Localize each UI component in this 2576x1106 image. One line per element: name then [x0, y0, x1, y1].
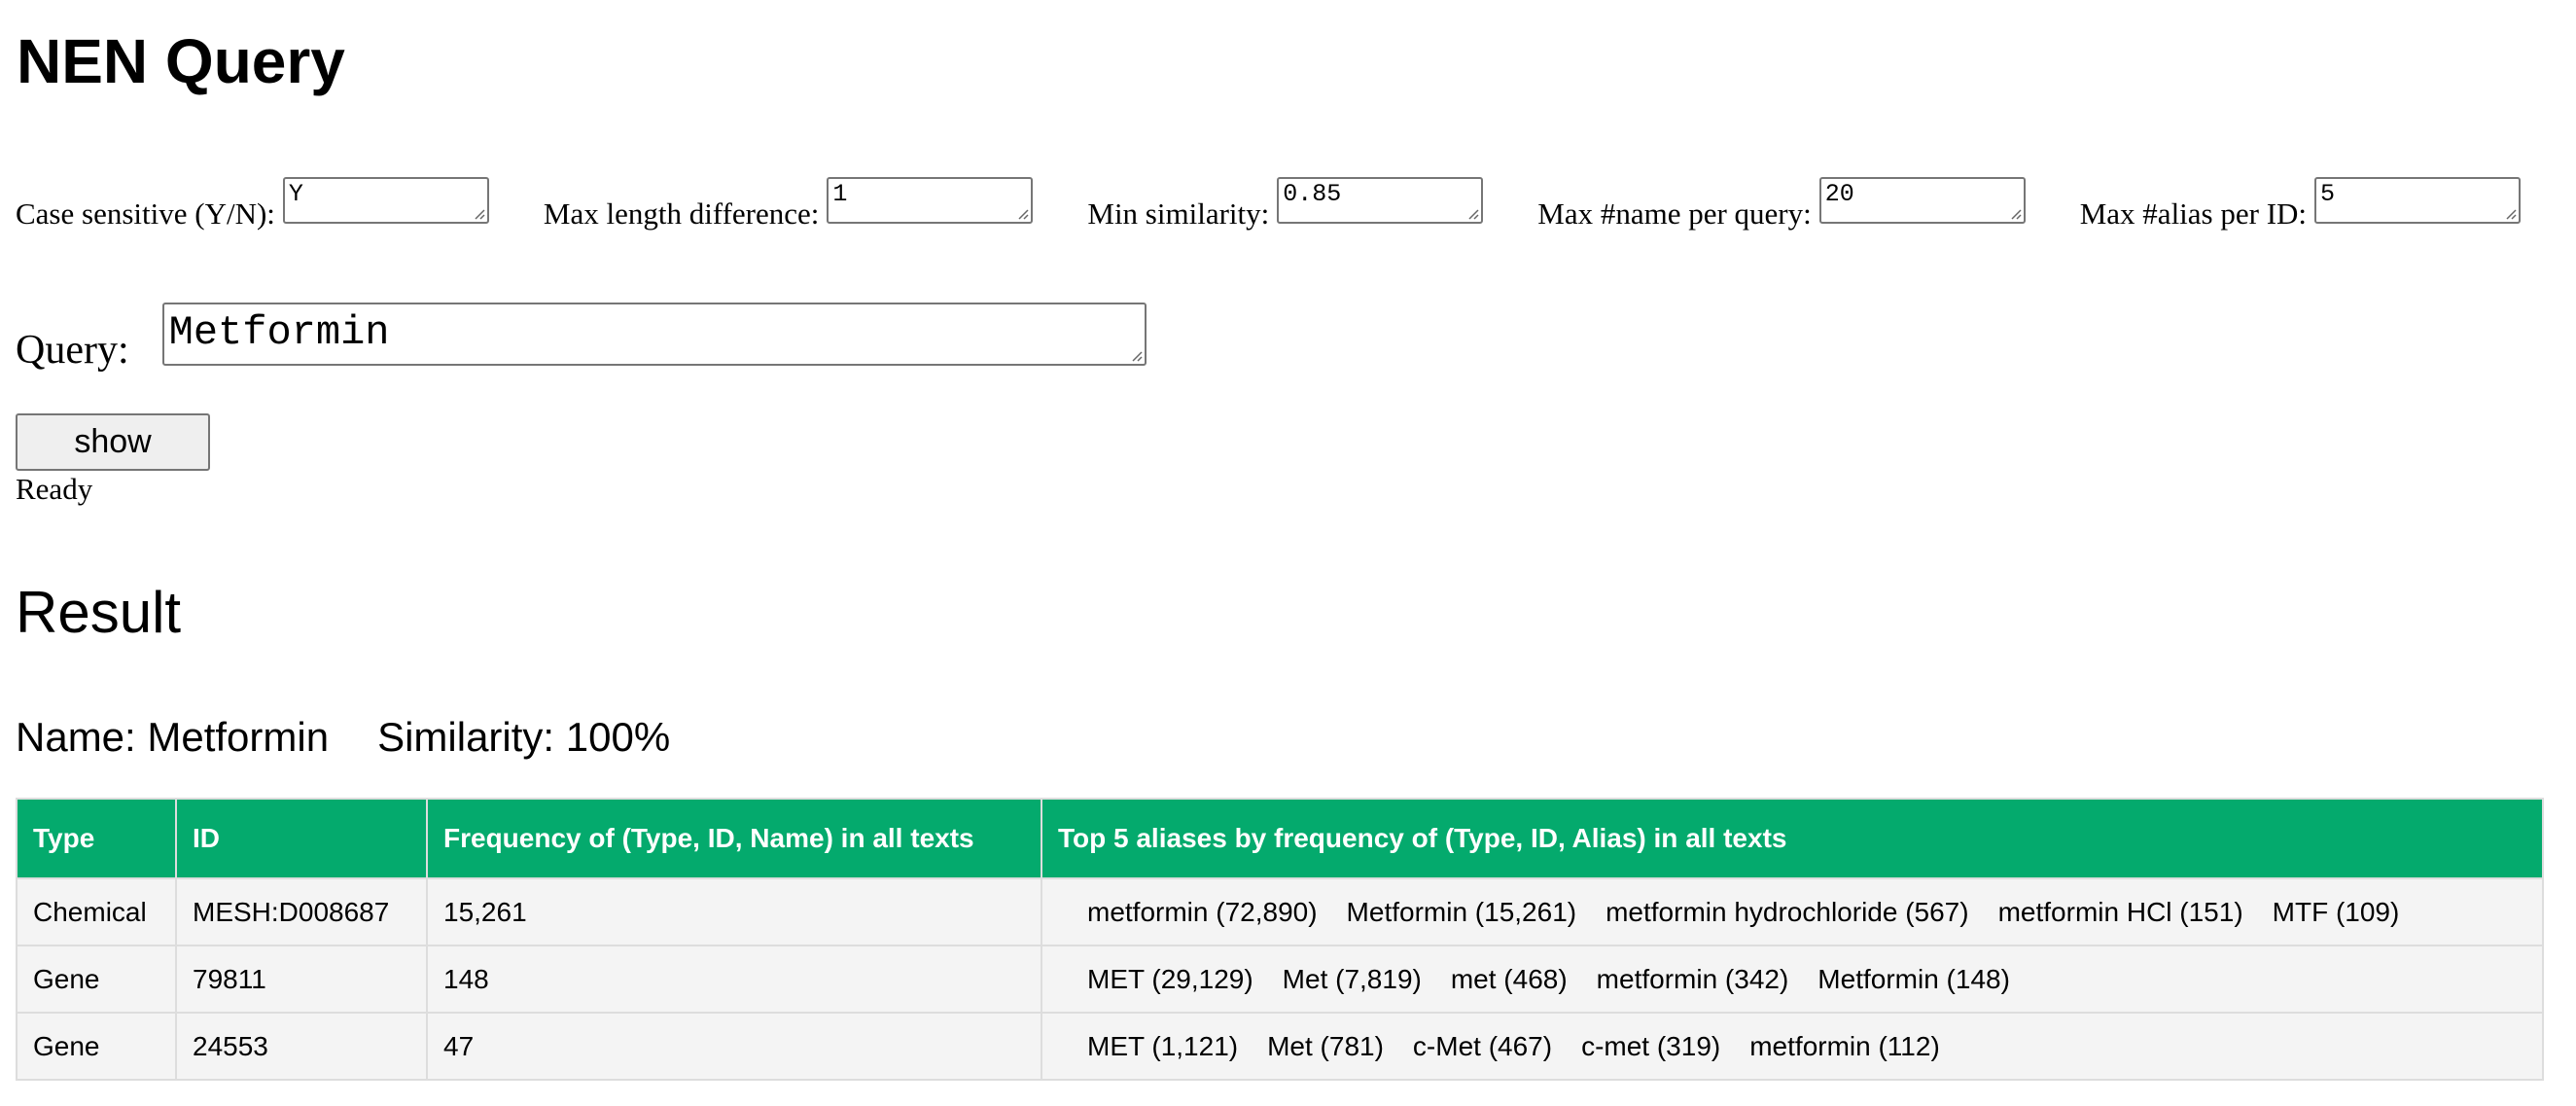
alias-item: MTF (109)	[2272, 896, 2400, 927]
page-title: NEN Query	[17, 26, 345, 96]
alias-item: metformin (72,890)	[1087, 896, 1318, 927]
resize-grip-icon[interactable]	[472, 206, 485, 220]
resize-grip-icon[interactable]	[1465, 206, 1479, 220]
max-name-per-query-value: 20	[1824, 180, 1854, 208]
query-row: Query: Metformin	[16, 303, 1147, 375]
param-max-name-per-query: Max #name per query: 20	[1537, 177, 2026, 233]
query-input[interactable]: Metformin	[161, 303, 1147, 366]
column-header-aliases: Top 5 aliases by frequency of (Type, ID,…	[1041, 798, 2544, 879]
param-max-length-difference: Max length difference: 1	[543, 177, 1034, 233]
alias-item: MET (29,129)	[1087, 963, 1253, 994]
resize-grip-icon[interactable]	[2503, 206, 2517, 220]
table-row: Gene 24553 47 MET (1,121) Met (781) c-Met …	[16, 1012, 2544, 1081]
max-alias-per-id-label: Max #alias per ID:	[2079, 196, 2308, 231]
show-button[interactable]: show	[16, 413, 210, 471]
column-header-id: ID	[175, 798, 428, 879]
cell-id: 24553	[175, 1012, 428, 1081]
max-name-per-query-label: Max #name per query:	[1537, 196, 1812, 231]
table-row: Gene 79811 148 MET (29,129) Met (7,819) me…	[16, 945, 2544, 1014]
alias-item: MET (1,121)	[1087, 1030, 1239, 1061]
max-length-difference-value: 1	[832, 180, 848, 208]
max-length-difference-label: Max length difference:	[543, 196, 820, 231]
cell-aliases: MET (1,121) Met (781) c-Met (467) c-met (31…	[1041, 1012, 2544, 1081]
param-min-similarity: Min similarity: 0.85	[1087, 177, 1484, 233]
result-similarity: Similarity: 100%	[377, 714, 671, 760]
query-value: Metformin	[168, 309, 390, 356]
param-max-alias-per-id: Max #alias per ID: 5	[2079, 177, 2522, 233]
cell-aliases: metformin (72,890) Metformin (15,261) metf…	[1041, 877, 2544, 946]
result-heading: Result	[16, 580, 182, 645]
case-sensitive-input[interactable]: Y	[282, 177, 489, 224]
max-alias-per-id-input[interactable]: 5	[2314, 177, 2522, 224]
column-header-type: Type	[16, 798, 177, 879]
query-label: Query:	[16, 328, 129, 373]
min-similarity-value: 0.85	[1283, 180, 1342, 208]
case-sensitive-label: Case sensitive (Y/N):	[16, 196, 275, 231]
resize-grip-icon[interactable]	[2008, 206, 2022, 220]
results-table: Type ID Frequency of (Type, ID, Name) in…	[16, 798, 2544, 1081]
alias-item: metformin (112)	[1749, 1030, 1940, 1061]
max-length-difference-input[interactable]: 1	[827, 177, 1034, 224]
resize-grip-icon[interactable]	[1129, 348, 1143, 362]
alias-item: Metformin (148)	[1817, 963, 2010, 994]
alias-item: metformin (342)	[1596, 963, 1789, 994]
cell-frequency: 47	[426, 1012, 1042, 1081]
result-summary: Name: Metformin Similarity: 100%	[16, 710, 670, 765]
alias-item: c-Met (467)	[1412, 1030, 1553, 1061]
max-alias-per-id-value: 5	[2320, 180, 2336, 208]
cell-frequency: 148	[426, 945, 1042, 1014]
resize-grip-icon[interactable]	[1015, 206, 1029, 220]
cell-type: Gene	[16, 945, 177, 1014]
cell-aliases: MET (29,129) Met (7,819) met (468) metformi…	[1041, 945, 2544, 1014]
min-similarity-input[interactable]: 0.85	[1277, 177, 1484, 224]
alias-item: c-met (319)	[1581, 1030, 1721, 1061]
alias-item: Metformin (15,261)	[1346, 896, 1577, 927]
alias-item: met (468)	[1450, 963, 1568, 994]
table-row: Chemical MESH:D008687 15,261 metformin (…	[16, 877, 2544, 946]
table-header-row: Type ID Frequency of (Type, ID, Name) in…	[16, 798, 2544, 879]
cell-id: MESH:D008687	[175, 877, 428, 946]
cell-id: 79811	[175, 945, 428, 1014]
case-sensitive-value: Y	[288, 180, 303, 208]
cell-type: Chemical	[16, 877, 177, 946]
column-header-frequency: Frequency of (Type, ID, Name) in all tex…	[426, 798, 1042, 879]
max-name-per-query-input[interactable]: 20	[1818, 177, 2026, 224]
query-parameters: Case sensitive (Y/N): Y Max length diffe…	[16, 177, 2522, 233]
alias-item: Met (781)	[1267, 1030, 1384, 1061]
alias-item: Met (7,819)	[1282, 963, 1422, 994]
alias-item: metformin HCl (151)	[1997, 896, 2243, 927]
min-similarity-label: Min similarity:	[1087, 196, 1270, 231]
cell-type: Gene	[16, 1012, 177, 1081]
alias-item: metformin hydrochloride (567)	[1606, 896, 1969, 927]
status-text: Ready	[16, 472, 93, 506]
cell-frequency: 15,261	[426, 877, 1042, 946]
param-case-sensitive: Case sensitive (Y/N): Y	[16, 177, 489, 233]
result-name: Name: Metformin	[16, 714, 330, 760]
